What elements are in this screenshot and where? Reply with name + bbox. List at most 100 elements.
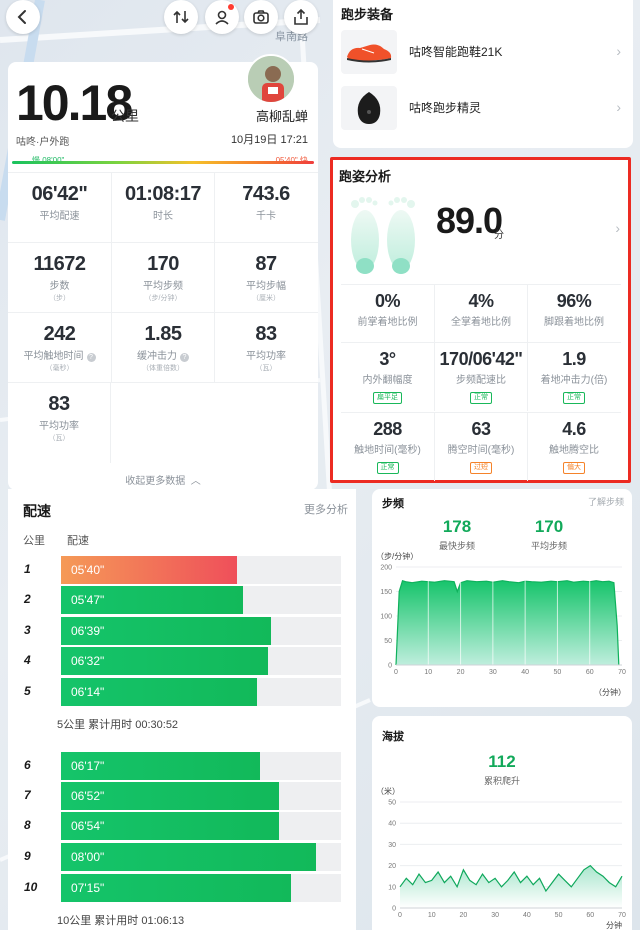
split-km: 3 [24,623,31,637]
stat-label: 时长 [153,211,173,222]
location-pin-icon [215,10,229,25]
x-tick-label: 0 [398,912,402,919]
stat-row: 242 平均触地时间? （毫秒） 1.85 缓冲击力? （体重倍数） 83 平均功率 （瓦） [8,312,318,383]
gait-status-badge: 过短 [470,462,492,474]
gear-title: 跑步装备 [341,7,394,22]
stat-cell: 1.85 缓冲击力? （体重倍数） [111,313,214,383]
stat-value: 01:08:17 [124,183,202,205]
stat-label: 缓冲击力 [137,351,177,362]
gait-value: 96% [556,291,592,311]
back-button[interactable] [6,0,40,34]
chevron-up-icon: ︿ [188,476,201,487]
stat-unit: （步） [49,295,70,302]
stat-row: 11672 步数 （步） 170 平均步频 （步/分钟） 87 平均步幅 （厘米） [8,242,318,313]
stat-label-wrap: 平均步频 [112,277,214,292]
gait-label: 脚跟着地比例 [544,317,604,328]
split-note-10km: 10公里 累计用时 01:06:13 [57,915,185,927]
cadence-avg: 170 平均步频 [504,517,594,552]
learn-cadence-link[interactable]: 了解步频 [588,495,624,508]
stat-label-wrap: 千卡 [215,207,317,222]
gait-cell: 1.9 着地冲击力(倍) 正常 [527,343,620,411]
stat-value: 83 [255,323,277,345]
gait-row: 288 触地时间(毫秒) 正常 63 腾空时间(毫秒) 过短 4.6 触地腾空比 偏大 [341,412,621,481]
pace-title: 配速 [23,503,51,519]
gait-label: 内外翻幅度 [362,375,413,386]
gait-title: 跑姿分析 [339,169,392,184]
stat-label: 平均功率 [39,421,79,432]
gait-status-badge: 正常 [376,462,399,474]
gait-cell: 288 触地时间(毫秒) 正常 [341,413,434,481]
stat-cell: 242 平均触地时间? （毫秒） [8,313,111,383]
pace-split-row: 10 07'15" [8,874,356,902]
stat-label-wrap: 平均功率 [8,417,110,432]
gait-cell: 170/06'42" 步频配速比 正常 [434,343,527,411]
chevron-right-icon: › [616,99,621,115]
gear-item-shoe[interactable]: 咕咚智能跑鞋21K › [333,26,633,76]
x-tick-label: 10 [424,669,432,676]
altitude-total-value: 112 [488,752,516,771]
split-pace: 06'32" [71,654,105,668]
col-km-header: 公里 [23,535,45,547]
stat-cell: 83 平均功率 （瓦） [8,383,111,463]
gait-status-badge: 正常 [563,392,585,404]
cadence-avg-value: 170 [534,517,564,536]
split-km: 4 [24,653,31,667]
avatar[interactable] [246,54,296,104]
stat-label-wrap: 平均触地时间? [8,347,111,362]
cadence-card: 步频 了解步频 178 最快步频 170 平均步频 （步/分钟） 0 50 100 1… [372,489,632,707]
split-km: 2 [24,592,31,606]
gait-value: 4% [468,291,494,311]
gear-image [341,86,397,130]
camera-button[interactable] [244,0,278,34]
stat-value: 06'42" [31,183,88,205]
stat-unit: （体重倍数） [142,365,184,372]
cadence-max-label: 最快步频 [438,541,475,551]
x-tick-label: 10 [428,912,436,919]
location-button[interactable] [205,0,239,34]
x-tick-label: 60 [586,669,594,676]
stat-label-wrap: 步数 [8,277,111,292]
x-tick-label: 70 [618,669,626,676]
y-tick-label: 30 [388,842,396,849]
info-icon[interactable]: ? [180,353,189,362]
info-icon[interactable]: ? [86,353,96,362]
pace-split-row: 7 06'52" [8,782,356,810]
split-km: 7 [24,788,31,802]
share-button[interactable] [284,0,318,34]
altitude-total: 112 累积爬升 [452,752,552,787]
split-pace: 08'00" [71,850,105,864]
y-tick-label: 10 [388,884,396,891]
y-tick-label: 100 [380,614,392,621]
chevron-left-icon [17,10,26,24]
y-tick-label: 0 [388,663,392,670]
pace-card: 配速 更多分析 公里 配速 1 05'40" 2 05'47" 3 06'39" 4 06'3… [8,489,356,930]
cadence-x-unit: （分钟） [594,688,626,697]
pace-split-row: 1 05'40" [8,556,356,584]
stat-label: 平均功率 [246,351,286,362]
share-icon [294,8,308,25]
gait-status-badge: 偏大 [563,462,585,474]
gear-item-sensor[interactable]: 咕咚跑步精灵 › [333,82,633,132]
notification-dot [228,4,234,10]
gait-analysis-card[interactable]: 跑姿分析 89.0 分 › 0% 前掌着地比例 4% 全掌着地比例 96% 脚跟着地比例 3… [330,157,631,483]
summary-card: 10.18 公里 高柳乱蝉 咕咚·户外跑 10月19日 17:21 慢 08'0… [8,54,318,490]
stat-value: 87 [255,253,277,275]
pace-split-row: 3 06'39" [8,617,356,645]
x-tick-label: 60 [586,912,594,919]
gait-row: 0% 前掌着地比例 4% 全掌着地比例 96% 脚跟着地比例 [341,284,621,343]
split-note-5km: 5公里 累计用时 00:30:52 [57,719,179,731]
stat-label-wrap: 平均功率 [215,347,317,362]
collapse-more-button[interactable]: 收起更多数据 ︿ [8,472,318,487]
gait-cell: 96% 脚跟着地比例 [527,285,620,343]
gait-value: 63 [471,419,491,439]
gait-label: 着地冲击力(倍) [540,375,608,386]
gait-cell: 63 腾空时间(毫秒) 过短 [434,413,527,481]
route-button[interactable] [164,0,198,34]
shoe-icon [347,44,392,63]
more-analysis-link[interactable]: 更多分析 [304,501,348,517]
stat-label: 平均步幅 [246,281,286,292]
split-km: 9 [24,849,31,863]
y-tick-label: 0 [392,906,396,913]
stat-value: 170 [147,253,179,275]
stat-row: 06'42" 平均配速 01:08:17 时长 743.6 千卡 [8,172,318,243]
